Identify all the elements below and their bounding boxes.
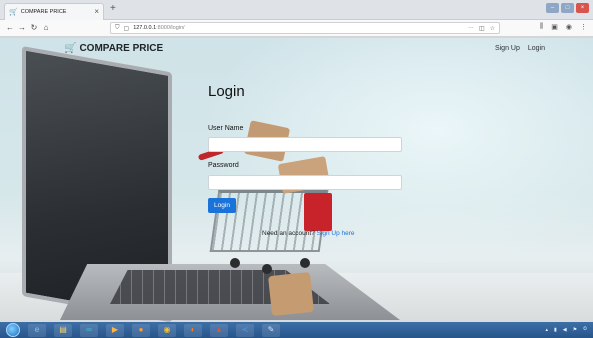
matlab-icon[interactable]: ▲ xyxy=(210,323,228,337)
url-bar[interactable]: ⛉ ▢ 127.0.0.1 :8000/login/ ··· ◫ ☆ xyxy=(110,22,500,34)
clock-time-icon: ⏲ xyxy=(583,326,587,333)
volume-icon[interactable]: ◀ xyxy=(563,327,567,333)
bookmark-star-icon[interactable]: ☆ xyxy=(490,25,495,32)
media-player-icon[interactable]: ▶ xyxy=(106,323,124,337)
tab-title: COMPARE PRICE xyxy=(20,9,67,15)
toolbar-right: ⫼ ▣ ◉ ⋮ xyxy=(540,23,587,31)
url-host: 127.0.0.1 xyxy=(133,25,157,31)
signup-here-link[interactable]: Sign Up here xyxy=(317,230,355,237)
clock[interactable]: ⏲ xyxy=(583,327,587,333)
start-button[interactable] xyxy=(6,323,20,337)
maximize-icon[interactable]: □ xyxy=(561,3,574,13)
cart-favicon-icon: 🛒 xyxy=(9,9,18,16)
back-icon[interactable]: ← xyxy=(4,24,16,32)
flag-icon[interactable]: ⚑ xyxy=(573,327,577,333)
tray-arrow-icon[interactable]: ▴ xyxy=(545,327,548,333)
background-cart-panel xyxy=(304,193,332,231)
more-icon[interactable]: ··· xyxy=(468,25,474,32)
url-actions: ··· ◫ ☆ xyxy=(468,25,495,32)
network-icon[interactable]: ▮ xyxy=(554,327,557,333)
close-tab-icon[interactable]: × xyxy=(94,8,99,16)
site-brand[interactable]: 🛒 COMPARE PRICE xyxy=(64,43,163,54)
system-tray: ▴ ▮ ◀ ⚑ ⏲ xyxy=(545,327,587,334)
forward-icon[interactable]: → xyxy=(16,24,28,32)
new-tab-icon[interactable]: + xyxy=(110,4,116,14)
no-account-text: Need an account? xyxy=(262,230,315,237)
url-path: :8000/login/ xyxy=(156,25,185,31)
firefox-icon[interactable]: ◐ xyxy=(184,323,202,337)
ie-icon[interactable]: e xyxy=(28,323,46,337)
minimize-icon[interactable]: – xyxy=(546,3,559,13)
username-label: User Name xyxy=(208,125,244,132)
reload-icon[interactable]: ↻ xyxy=(28,24,40,32)
page-body: 🛒 COMPARE PRICE Sign Up Login Login User… xyxy=(0,38,593,322)
signup-prompt: Need an account? Sign Up here xyxy=(262,230,355,237)
background-wheel xyxy=(262,264,272,274)
sidebar-icon[interactable]: ▣ xyxy=(551,23,558,31)
home-icon[interactable]: ⌂ xyxy=(40,24,52,32)
brand-name: COMPARE PRICE xyxy=(79,43,164,54)
window-controls: – □ × xyxy=(546,3,589,13)
browser-tabbar: 🛒 COMPARE PRICE × + – □ × xyxy=(0,0,593,20)
folder-icon[interactable]: ▤ xyxy=(54,323,72,337)
account-icon[interactable]: ◉ xyxy=(566,23,572,31)
vscode-icon[interactable]: ≺ xyxy=(236,323,254,337)
library-icon[interactable]: ⫼ xyxy=(540,23,543,31)
chrome-icon[interactable]: ◉ xyxy=(158,323,176,337)
close-window-icon[interactable]: × xyxy=(576,3,589,13)
nav-signup-link[interactable]: Sign Up xyxy=(495,45,520,52)
header-nav: Sign Up Login xyxy=(495,45,545,52)
browser-tab[interactable]: 🛒 COMPARE PRICE × xyxy=(4,3,104,20)
page-title: Login xyxy=(208,83,245,100)
arduino-icon[interactable]: ∞ xyxy=(80,323,98,337)
background-wheel xyxy=(230,258,240,268)
shopping-cart-icon: 🛒 xyxy=(64,43,77,54)
record-icon[interactable]: ● xyxy=(132,323,150,337)
nav-login-link[interactable]: Login xyxy=(528,45,545,52)
pocket-icon[interactable]: ◫ xyxy=(479,25,485,32)
username-input[interactable] xyxy=(208,137,402,152)
password-input[interactable] xyxy=(208,175,402,190)
menu-icon[interactable]: ⋮ xyxy=(580,23,587,31)
background-wheel xyxy=(300,258,310,268)
password-label: Password xyxy=(208,162,239,169)
browser-navbar: ← → ↻ ⌂ ⛉ ▢ 127.0.0.1 :8000/login/ ··· ◫… xyxy=(0,20,593,37)
taskbar: e ▤ ∞ ▶ ● ◉ ◐ ▲ ≺ ✎ ▴ ▮ ◀ ⚑ ⏲ xyxy=(0,322,593,338)
background-box xyxy=(268,271,314,317)
page-icon: ▢ xyxy=(123,25,130,32)
shield-icon: ⛉ xyxy=(115,24,120,31)
login-button[interactable]: Login xyxy=(208,198,236,213)
taskbar-apps: e ▤ ∞ ▶ ● ◉ ◐ ▲ ≺ ✎ xyxy=(28,323,280,337)
notepad-icon[interactable]: ✎ xyxy=(262,323,280,337)
